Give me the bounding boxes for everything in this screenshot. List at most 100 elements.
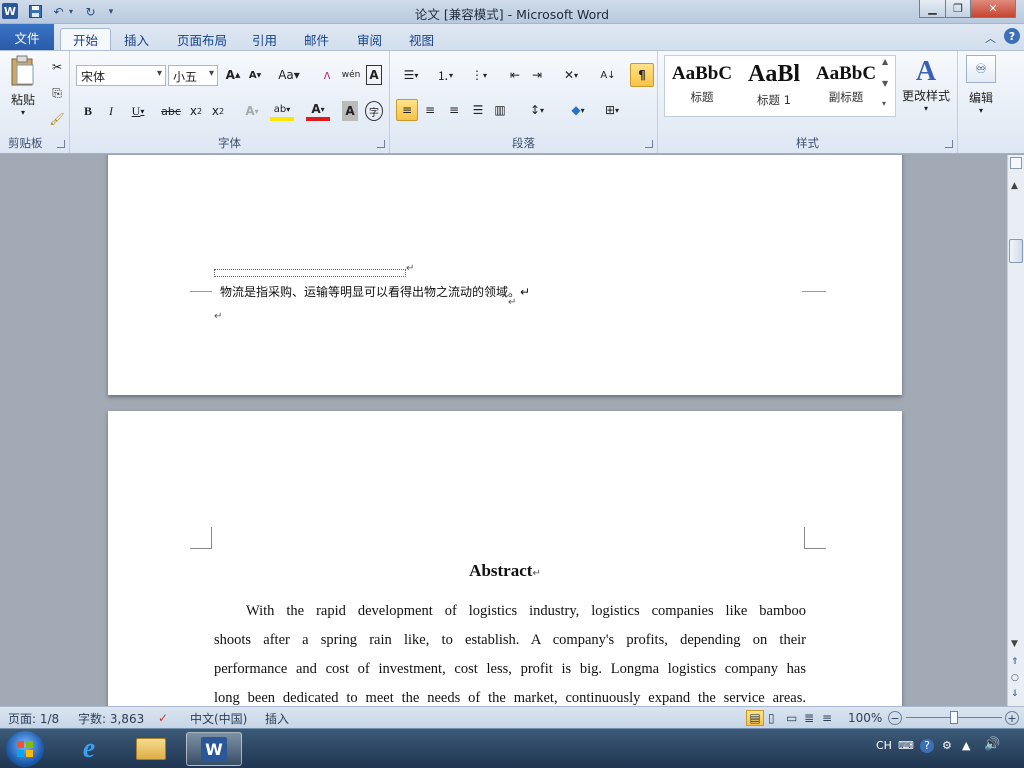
paragraph-dialog-launcher[interactable] <box>645 140 653 148</box>
ruler-toggle-icon[interactable] <box>1010 157 1022 169</box>
show-formatting-marks-icon[interactable]: ¶ <box>630 63 654 87</box>
input-language[interactable]: CH <box>876 739 892 752</box>
keyboard-icon[interactable]: ⌨ <box>898 739 914 752</box>
borders-icon[interactable]: ⊞ ▾ <box>598 100 626 120</box>
justify-icon[interactable]: ☰ <box>468 100 488 120</box>
tab-home[interactable]: 开始 <box>60 28 112 50</box>
zoom-out-icon[interactable]: − <box>888 711 902 725</box>
multilevel-list-icon[interactable]: ⋮ ▾ <box>466 65 492 85</box>
tab-file[interactable]: 文件 <box>0 24 54 50</box>
tab-review[interactable]: 审阅 <box>345 28 394 50</box>
format-painter-icon[interactable]: 🖌 <box>48 109 66 129</box>
tab-references[interactable]: 引用 <box>240 28 289 50</box>
distributed-icon[interactable]: ▥ <box>490 100 510 120</box>
minimize-ribbon-icon[interactable]: ︿ <box>985 30 996 46</box>
abstract-line-1[interactable]: With the rapid development of logistics … <box>246 597 806 626</box>
tab-page-layout[interactable]: 页面布局 <box>165 28 239 50</box>
ime-settings-icon[interactable]: ⚙ <box>942 739 952 752</box>
highlight-icon[interactable]: ab ▾ <box>270 101 294 121</box>
abstract-heading[interactable]: Abstract↵ <box>108 561 902 581</box>
numbering-icon[interactable]: ⒈ ▾ <box>432 65 458 85</box>
close-button[interactable]: ✕ <box>970 0 1016 18</box>
minimize-button[interactable]: ▁ <box>919 0 946 18</box>
text-effects-icon[interactable]: A ▾ <box>240 101 264 121</box>
word-taskbar-icon[interactable]: W <box>186 732 242 766</box>
copy-icon[interactable]: ⎘ <box>48 83 66 103</box>
align-left-icon[interactable]: ≡ <box>396 99 418 121</box>
footnote-text[interactable]: 物流是指采购、运输等明显可以看得出物之流动的领域。↵ <box>220 283 530 300</box>
document-area[interactable]: ↵ 物流是指采购、运输等明显可以看得出物之流动的领域。↵ ↵ ↵ Abstrac… <box>0 155 1007 706</box>
file-explorer-icon[interactable] <box>126 732 176 766</box>
styles-more-icon[interactable]: ▾ <box>882 99 886 108</box>
abstract-line-4[interactable]: long been dedicated to meet the needs of… <box>214 684 806 706</box>
underline-icon[interactable]: U ▾ <box>126 101 150 121</box>
style-heading-1[interactable]: AaBl 标题 1 <box>738 55 810 113</box>
clipboard-dialog-launcher[interactable] <box>57 140 65 148</box>
help-icon[interactable]: ? <box>1004 28 1020 44</box>
print-layout-view-icon[interactable]: ▤ <box>746 710 764 726</box>
style-subtitle[interactable]: AaBbC 副标题 <box>810 55 882 113</box>
next-page-icon[interactable]: ⇓ <box>1011 689 1019 699</box>
decrease-indent-icon[interactable]: ⇤ <box>506 65 524 85</box>
abstract-line-2[interactable]: shoots after a spring rain like, to esta… <box>214 626 806 655</box>
styles-scroll-down-icon[interactable]: ▼ <box>882 79 888 88</box>
change-case-icon[interactable]: Aa▾ <box>276 65 302 85</box>
tab-mailings[interactable]: 邮件 <box>292 28 341 50</box>
page-1[interactable]: ↵ 物流是指采购、运输等明显可以看得出物之流动的领域。↵ ↵ ↵ <box>108 155 902 395</box>
previous-page-icon[interactable]: ⇑ <box>1011 657 1019 667</box>
chinese-layout-icon[interactable]: ✕ ▾ <box>558 65 584 85</box>
paste-dropdown-icon[interactable]: ▾ <box>21 108 25 117</box>
paste-button[interactable]: 粘贴 ▾ <box>6 55 40 121</box>
shading-icon[interactable]: ◆ ▾ <box>564 100 592 120</box>
scroll-thumb[interactable] <box>1009 239 1023 263</box>
font-color-icon[interactable]: A ▾ <box>306 101 330 121</box>
tab-view[interactable]: 视图 <box>397 28 446 50</box>
language-indicator[interactable]: 中文(中国) <box>190 710 247 726</box>
page-2[interactable]: Abstract↵ With the rapid development of … <box>108 411 902 706</box>
italic-icon[interactable]: I <box>103 101 119 121</box>
word-count[interactable]: 字数: 3,863 <box>78 710 144 726</box>
internet-explorer-icon[interactable]: e <box>64 732 114 766</box>
draft-view-icon[interactable]: ≡ <box>822 710 832 726</box>
cut-icon[interactable]: ✂ <box>48 57 66 77</box>
restore-button[interactable]: ❐ <box>945 0 971 18</box>
start-button[interactable] <box>6 731 44 767</box>
editing-button[interactable]: ♾ 编辑 ▾ <box>962 55 1000 125</box>
increase-indent-icon[interactable]: ⇥ <box>528 65 546 85</box>
styles-dialog-launcher[interactable] <box>945 140 953 148</box>
font-dialog-launcher[interactable] <box>377 140 385 148</box>
proofing-icon[interactable]: ✓ <box>158 710 168 726</box>
tab-insert[interactable]: 插入 <box>112 28 161 50</box>
select-browse-object-icon[interactable]: ○ <box>1011 673 1019 683</box>
zoom-level[interactable]: 100% <box>848 710 882 726</box>
grow-font-icon[interactable]: A ▲ <box>223 65 243 85</box>
change-styles-button[interactable]: A 更改样式 ▾ <box>898 57 954 121</box>
abstract-line-3[interactable]: performance and cost of investment, cost… <box>214 655 806 684</box>
character-shading-icon[interactable]: A <box>342 101 358 121</box>
page-count[interactable]: 页面: 1/8 <box>8 710 59 726</box>
zoom-slider-thumb[interactable] <box>950 711 958 724</box>
enclose-characters-icon[interactable]: 字 <box>365 101 383 121</box>
insert-mode[interactable]: 插入 <box>265 710 289 726</box>
styles-scroll-up-icon[interactable]: ▲ <box>882 57 888 66</box>
scroll-up-icon[interactable]: ▲ <box>1011 181 1018 191</box>
tray-help-icon[interactable]: ? <box>920 739 934 753</box>
outline-view-icon[interactable]: ≣ <box>804 710 814 726</box>
volume-icon[interactable]: 🔊 <box>984 737 1000 752</box>
web-layout-icon[interactable]: ▭ <box>786 710 797 726</box>
sort-icon[interactable]: A↓ <box>598 65 618 85</box>
bullets-icon[interactable]: ☰ ▾ <box>398 65 424 85</box>
line-spacing-icon[interactable]: ↕ ▾ <box>524 100 550 120</box>
full-screen-reading-icon[interactable]: ▯ <box>768 710 775 726</box>
style-title[interactable]: AaBbC 标题 <box>666 55 738 113</box>
vertical-scrollbar[interactable]: ▲ ▼ ⇑ ○ ⇓ <box>1007 155 1024 706</box>
align-center-icon[interactable]: ≡ <box>420 100 440 120</box>
character-border-icon[interactable]: A <box>366 65 382 85</box>
clear-formatting-icon[interactable]: ʌ <box>318 65 336 85</box>
font-size-combo[interactable]: 小五 <box>168 65 218 86</box>
subscript-icon[interactable]: x2 <box>187 101 205 121</box>
phonetic-guide-icon[interactable]: wén <box>342 65 361 85</box>
superscript-icon[interactable]: x2 <box>209 101 227 121</box>
scroll-down-icon[interactable]: ▼ <box>1011 639 1018 649</box>
zoom-in-icon[interactable]: + <box>1005 711 1019 725</box>
